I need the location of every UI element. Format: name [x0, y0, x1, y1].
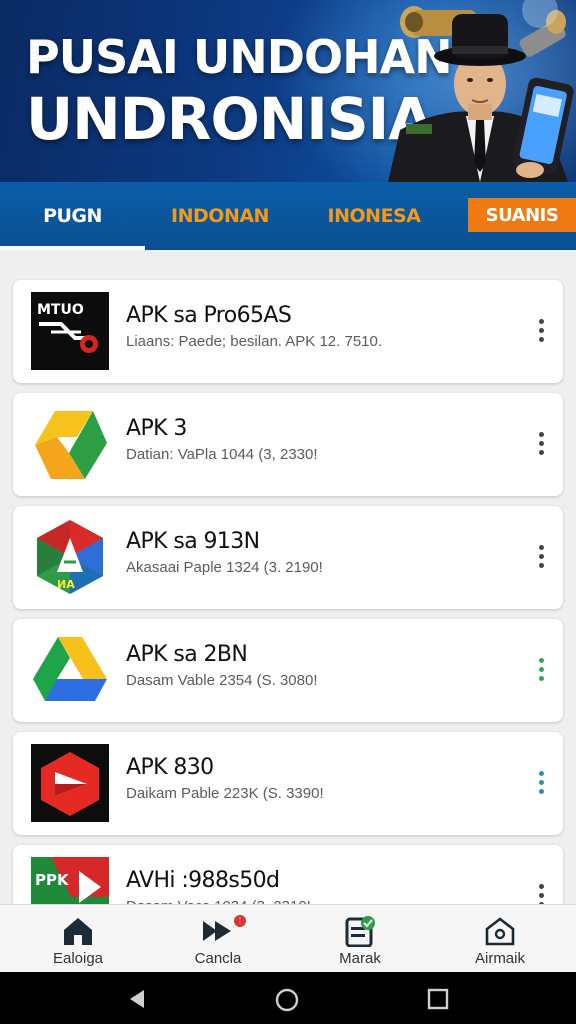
mtuo-icon-text: MTUO	[37, 302, 84, 318]
fast-forward-icon	[203, 921, 231, 941]
app-name: APK 3	[126, 416, 187, 441]
clipboard-check-icon	[345, 916, 375, 947]
home-icon	[64, 918, 92, 945]
nav-label: Airmaik	[474, 950, 525, 967]
app-name: APK sa 2BN	[126, 642, 248, 667]
tab-suanis[interactable]: SUANIS	[468, 198, 576, 232]
app-meta: Akasaai Paple 1324 (3. 2190!	[126, 559, 323, 576]
nav-item-cancla[interactable]: ! Cancla	[148, 905, 288, 973]
tab-pugn[interactable]: PUGN	[0, 182, 145, 250]
more-options-icon[interactable]	[531, 646, 551, 692]
more-options-icon[interactable]	[531, 533, 551, 579]
house-outline-icon	[485, 917, 515, 946]
app-list-item[interactable]: APK 3 Datian: VaPla 1044 (3, 2330!	[13, 393, 563, 496]
app-name: AVHi :988s50d	[126, 868, 280, 893]
app-meta: Dasam Vable 2354 (S. 3080!	[126, 672, 318, 689]
app-list-item[interactable]: ИA APK sa 913N Akasaai Paple 1324 (3. 21…	[13, 506, 563, 609]
app-name: APK 830	[126, 755, 214, 780]
bottom-navigation: Ealoiga ! Cancla Marak Airmaik	[0, 904, 576, 972]
app-list-item[interactable]: APK sa 2BN Dasam Vable 2354 (S. 3080!	[13, 619, 563, 722]
system-navigation-bar	[0, 972, 576, 1024]
app-name: APK sa 913N	[126, 529, 260, 554]
tab-indonan[interactable]: INDONAN	[150, 182, 290, 250]
ppk-icon-text: PPK	[35, 871, 70, 889]
yellow-green-drive-icon	[30, 404, 110, 484]
app-meta: Liaans: Paede; besilan. APK 12. 7510.	[126, 333, 383, 350]
hero-person-illustration	[388, 0, 574, 182]
back-icon[interactable]	[126, 988, 148, 1010]
hero-banner: PUSAI UNDOHAN UNDRONISIA	[0, 0, 576, 182]
notification-badge: !	[234, 915, 246, 927]
nav-item-ealoiga[interactable]: Ealoiga	[8, 905, 148, 973]
more-options-icon[interactable]	[531, 307, 551, 353]
red-play-icon	[30, 743, 110, 823]
app-list-item[interactable]: APK 830 Daikam Pable 223K (S. 3390!	[13, 732, 563, 835]
nav-label: Cancla	[194, 950, 242, 967]
app-name: APK sa Pro65AS	[126, 303, 292, 328]
home-circle-icon[interactable]	[275, 988, 299, 1012]
hexagon-a-icon: ИA	[30, 517, 110, 597]
google-drive-icon	[30, 630, 110, 710]
app-meta: Datian: VaPla 1044 (3, 2330!	[126, 446, 318, 463]
more-options-icon[interactable]	[531, 759, 551, 805]
nav-label: Marak	[339, 950, 381, 967]
more-options-icon[interactable]	[531, 420, 551, 466]
recent-apps-icon[interactable]	[427, 988, 449, 1010]
app-list-item[interactable]: MTUO APK sa Pro65AS Liaans: Paede; besil…	[13, 280, 563, 383]
hexagon-icon-text: ИA	[57, 578, 75, 591]
app-meta: Daikam Pable 223K (S. 3390!	[126, 785, 324, 802]
nav-label: Ealoiga	[52, 950, 104, 967]
mtuo-tool-icon: MTUO	[30, 291, 110, 371]
tab-inonesa[interactable]: INONESA	[300, 182, 448, 250]
nav-item-airmaik[interactable]: Airmaik	[430, 905, 570, 973]
nav-item-marak[interactable]: Marak	[290, 905, 430, 973]
